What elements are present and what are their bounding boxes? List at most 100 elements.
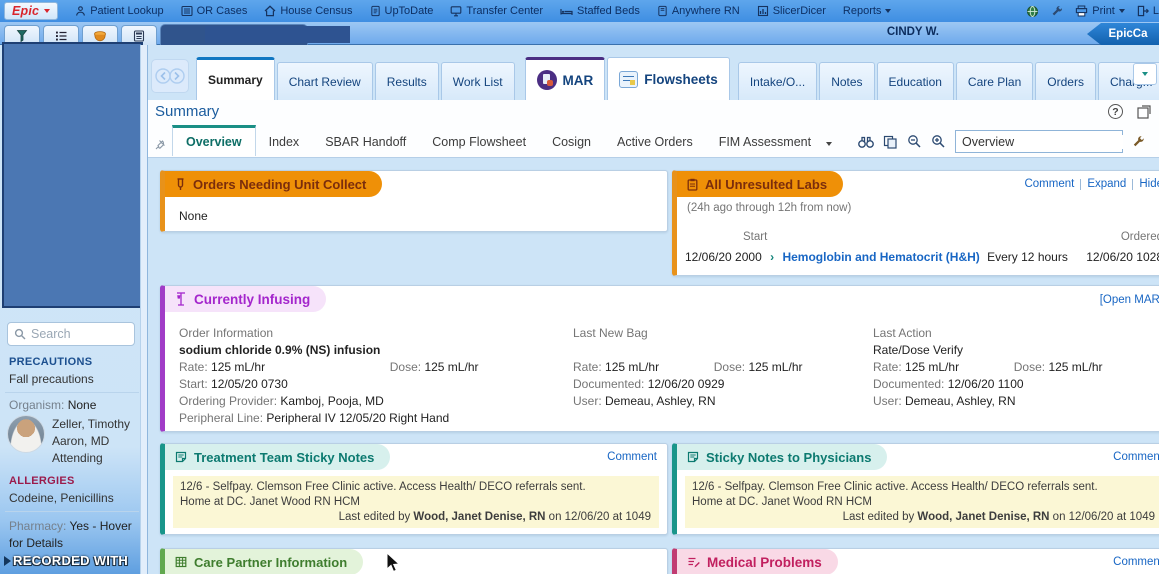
sidebar-search-input[interactable] bbox=[31, 327, 116, 341]
sticky-note-icon bbox=[175, 451, 187, 463]
bed-icon bbox=[560, 9, 573, 15]
open-mar-link[interactable]: [Open MAR] bbox=[1100, 294, 1159, 306]
subtab-overview[interactable]: Overview bbox=[172, 125, 256, 156]
unresulted-labs-card: All Unresulted Labs Comment Expand Hide … bbox=[672, 170, 1159, 276]
toolbar-item-anywhere-rn[interactable]: Anywhere RN bbox=[657, 5, 740, 17]
subtab-active-orders[interactable]: Active Orders bbox=[604, 128, 706, 156]
mouse-cursor bbox=[386, 552, 401, 573]
chevron-down-icon bbox=[1142, 72, 1148, 76]
more-tabs-button[interactable] bbox=[1133, 63, 1157, 85]
tab-orders[interactable]: Orders bbox=[1035, 62, 1096, 100]
col1-provider: Ordering Provider: Kamboj, Pooja, MD bbox=[179, 394, 384, 408]
tab-care-plan[interactable]: Care Plan bbox=[955, 62, 1034, 100]
toolbar-item-staffed-beds[interactable]: Staffed Beds bbox=[560, 5, 640, 17]
col3-user: User: Demeau, Ashley, RN bbox=[873, 394, 1016, 408]
provider-role: Attending bbox=[52, 451, 103, 465]
tab-chart-review[interactable]: Chart Review bbox=[276, 62, 373, 100]
labs-hide-link[interactable]: Hide bbox=[1139, 178, 1159, 190]
labs-test-link[interactable]: Hemoglobin and Hematocrit (H&H) bbox=[782, 250, 979, 264]
subtab-sbar-handoff[interactable]: SBAR Handoff bbox=[312, 128, 419, 156]
subtab-comp-flowsheet[interactable]: Comp Flowsheet bbox=[419, 128, 539, 156]
col2-user: User: Demeau, Ashley, RN bbox=[573, 394, 716, 408]
person-icon bbox=[76, 6, 86, 16]
tab-work-list[interactable]: Work List bbox=[440, 62, 515, 100]
medical-problems-header: Medical Problems bbox=[677, 549, 838, 574]
zoom-out-icon[interactable] bbox=[907, 134, 922, 149]
recording-watermark: RECORDED WITH bbox=[4, 553, 128, 568]
care-partner-card: Care Partner Information bbox=[160, 548, 668, 574]
epic-hyperspace-window: Epic Patient Lookup OR Cases House Censu… bbox=[0, 0, 1159, 574]
tab-mar[interactable]: MAR bbox=[524, 57, 606, 100]
physician-notes-comment-link[interactable]: Comment bbox=[1113, 451, 1159, 463]
attending-provider[interactable]: Zeller, Timothy Aaron, MD Attending bbox=[52, 416, 140, 467]
subtab-index[interactable]: Index bbox=[256, 128, 313, 156]
col2-documented: Documented: 12/06/20 0929 bbox=[573, 377, 725, 391]
subtab-more-chevron-icon[interactable] bbox=[826, 142, 833, 146]
toolbar-item-house-census[interactable]: House Census bbox=[264, 5, 353, 17]
flowsheets-icon bbox=[619, 70, 639, 88]
mar-icon bbox=[536, 70, 557, 90]
toolbar-item-or-cases[interactable]: OR Cases bbox=[181, 5, 247, 17]
patient-name-redacted bbox=[205, 26, 350, 43]
labs-expand-link[interactable]: Expand bbox=[1087, 178, 1126, 190]
print-button[interactable]: Print bbox=[1075, 5, 1125, 17]
sidebar-search[interactable] bbox=[7, 322, 135, 346]
precautions-value: Fall precautions bbox=[9, 372, 94, 386]
orders-unit-collect-header: Orders Needing Unit Collect bbox=[165, 171, 383, 197]
physician-notes-edited: Last edited by Wood, Janet Denise, RN on… bbox=[842, 511, 1155, 523]
workspace-tab-row: CINDY W. EpicCa bbox=[0, 22, 1159, 45]
toolbar-item-patient-lookup[interactable]: Patient Lookup bbox=[75, 5, 164, 17]
organism-value: None bbox=[67, 398, 97, 412]
provider-avatar bbox=[7, 415, 45, 453]
toolbar-item-reports[interactable]: Reports bbox=[843, 5, 892, 17]
help-icon[interactable]: ? bbox=[1108, 104, 1123, 119]
allergies-section[interactable]: ALLERGIES Codeine, Penicillins bbox=[9, 475, 141, 505]
labs-row: 12/06/20 2000 › Hemoglobin and Hematocri… bbox=[685, 250, 1068, 264]
tab-intake-output[interactable]: Intake/O... bbox=[737, 62, 818, 100]
chevron-right-icon[interactable]: › bbox=[765, 250, 779, 264]
labs-comment-link[interactable]: Comment bbox=[1024, 178, 1074, 190]
popout-icon[interactable] bbox=[1137, 104, 1151, 119]
binoculars-icon[interactable] bbox=[858, 135, 874, 149]
toolbar-item-uptodate[interactable]: UpToDate bbox=[370, 5, 433, 17]
labs-col-ordered: Ordered bbox=[1120, 231, 1159, 243]
tab-education[interactable]: Education bbox=[876, 62, 954, 100]
medical-problems-card: Medical Problems Comment bbox=[672, 548, 1159, 574]
pin-icon[interactable] bbox=[154, 138, 167, 151]
copy-chart-icon[interactable] bbox=[883, 135, 898, 149]
subtab-cosign[interactable]: Cosign bbox=[539, 128, 604, 156]
chart-nav-arrows[interactable] bbox=[151, 59, 189, 93]
tab-notes[interactable]: Notes bbox=[819, 62, 875, 100]
epic-logo: Epic bbox=[12, 4, 40, 18]
pharmacy-row[interactable]: Pharmacy: Yes - Hover for Details bbox=[9, 518, 141, 552]
zoom-in-icon[interactable] bbox=[931, 134, 946, 149]
team-notes-comment-link[interactable]: Comment bbox=[607, 451, 657, 463]
sidebar-scrollbar[interactable] bbox=[140, 45, 147, 574]
col3-rate-dose: Rate: 125 mL/hr Dose: 125 mL/hr bbox=[873, 360, 1103, 374]
tools-icon-button[interactable] bbox=[1051, 5, 1063, 17]
toolbar-item-transfer-center[interactable]: Transfer Center bbox=[450, 5, 543, 17]
currently-infusing-card: Currently Infusing [Open MAR] Order Info… bbox=[160, 285, 1159, 432]
chart-tab-strip: Summary Chart Review Results Work List M… bbox=[148, 45, 1159, 100]
medical-problems-comment-link[interactable]: Comment bbox=[1113, 556, 1159, 568]
chevron-down-icon bbox=[1118, 9, 1125, 13]
epic-menu-button[interactable]: Epic bbox=[4, 2, 59, 20]
pharmacy-label: Pharmacy: bbox=[9, 519, 67, 533]
top-toolbar: Epic Patient Lookup OR Cases House Censu… bbox=[0, 0, 1159, 22]
customize-wrench-icon[interactable] bbox=[1132, 135, 1145, 148]
tab-summary[interactable]: Summary bbox=[196, 57, 275, 100]
log-out-button[interactable]: L bbox=[1137, 5, 1159, 17]
clipboard-icon bbox=[687, 178, 698, 191]
subtab-fim-assessment[interactable]: FIM Assessment bbox=[706, 128, 824, 156]
tab-results[interactable]: Results bbox=[374, 62, 439, 100]
tab-flowsheets[interactable]: Flowsheets bbox=[607, 57, 730, 100]
activity-search-box[interactable] bbox=[955, 130, 1123, 153]
list-icon bbox=[181, 5, 193, 17]
back-forward-icons[interactable] bbox=[155, 67, 185, 85]
treatment-team-notes-header: Treatment Team Sticky Notes bbox=[165, 444, 391, 470]
problem-list-icon bbox=[688, 557, 700, 568]
globe-icon-button[interactable] bbox=[1026, 5, 1039, 18]
toolbar-item-slicerdicer[interactable]: SlicerDicer bbox=[757, 5, 826, 17]
activity-search-input[interactable] bbox=[962, 134, 1123, 149]
activity-toolbar bbox=[858, 130, 1145, 153]
